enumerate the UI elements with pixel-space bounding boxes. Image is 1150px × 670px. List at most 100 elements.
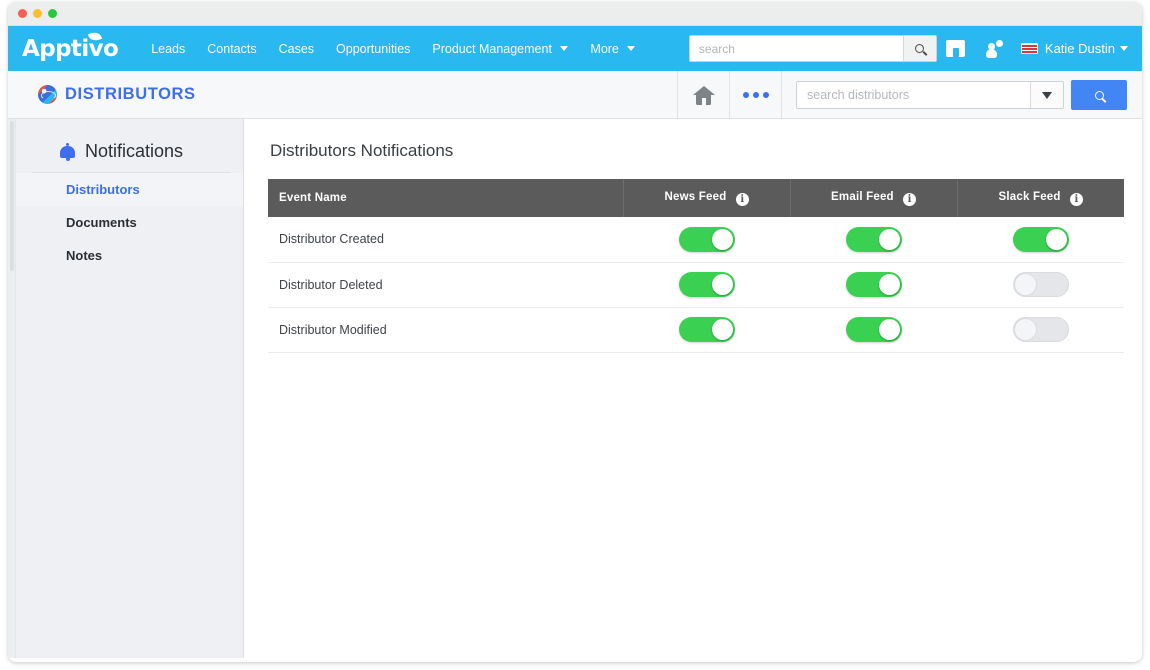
sidebar: Notifications Distributors Documents Not… xyxy=(16,119,244,658)
store-button[interactable] xyxy=(937,26,975,71)
app-search-input[interactable] xyxy=(797,82,1030,108)
home-icon xyxy=(692,85,715,105)
slack-feed-toggle[interactable] xyxy=(1012,226,1069,252)
nav-link-more[interactable]: More xyxy=(579,36,646,62)
app-search xyxy=(796,81,1064,109)
column-header-email-feed: Email Feed i xyxy=(790,179,958,217)
nav-link-label: Leads xyxy=(151,41,186,56)
traffic-lights xyxy=(18,9,57,18)
column-header-label: Event Name xyxy=(279,192,347,204)
sidebar-item-label: Distributors xyxy=(66,182,140,197)
event-name-label: Distributor Modified xyxy=(279,322,387,337)
table-row: Distributor Created xyxy=(268,217,1124,263)
sidebar-item-label: Documents xyxy=(66,215,137,230)
column-header-event-name: Event Name xyxy=(268,179,624,217)
user-notification-button[interactable] xyxy=(975,26,1013,71)
maximize-window-icon[interactable] xyxy=(48,9,57,18)
nav-link-label: Opportunities xyxy=(336,41,411,56)
news-feed-toggle[interactable] xyxy=(678,272,735,297)
slack-feed-cell xyxy=(957,262,1124,308)
table-body: Distributor Created Distributor Deleted … xyxy=(268,217,1124,353)
sidebar-header: Notifications xyxy=(32,133,231,173)
column-header-slack-feed: Slack Feed i xyxy=(957,179,1124,217)
news-feed-toggle[interactable] xyxy=(678,317,735,342)
nav-link-label: Product Management xyxy=(432,41,552,56)
user-name: Katie Dustin xyxy=(1044,41,1115,56)
chevron-down-icon xyxy=(1042,91,1052,99)
main-content: Distributors Notifications Event Name Ne… xyxy=(244,119,1142,658)
column-header-news-feed: News Feed i xyxy=(623,179,791,217)
nav-link-label: Cases xyxy=(278,41,315,56)
event-name-label: Distributor Created xyxy=(279,232,384,247)
info-icon[interactable]: i xyxy=(735,192,749,206)
event-name-label: Distributor Deleted xyxy=(279,277,383,292)
sidebar-title: Notifications xyxy=(85,141,184,161)
sidebar-item-label: Notes xyxy=(66,248,103,263)
info-icon[interactable]: i xyxy=(1070,192,1084,206)
global-search xyxy=(688,35,937,62)
more-options-button[interactable] xyxy=(729,71,781,119)
news-feed-cell xyxy=(623,307,791,353)
email-feed-toggle[interactable] xyxy=(845,226,902,252)
slack-feed-toggle[interactable] xyxy=(1012,272,1069,297)
notifications-table: Event Name News Feed i Email Feed i Slac… xyxy=(268,179,1124,353)
event-name-cell: Distributor Created xyxy=(268,217,624,263)
table-row: Distributor Deleted xyxy=(268,262,1124,308)
search-icon xyxy=(915,44,925,53)
nav-link-contacts[interactable]: Contacts xyxy=(196,36,267,62)
nav-link-label: More xyxy=(590,41,619,56)
app-search-submit-button[interactable] xyxy=(1071,80,1127,110)
email-feed-cell xyxy=(790,262,958,308)
app-search-dropdown-button[interactable] xyxy=(1030,82,1063,108)
home-button[interactable] xyxy=(677,71,729,119)
slack-feed-cell xyxy=(957,217,1124,263)
apptivo-logo-text: Apptivo xyxy=(22,35,119,62)
event-name-cell: Distributor Deleted xyxy=(268,262,624,308)
email-feed-toggle[interactable] xyxy=(845,317,902,342)
table-header: Event Name News Feed i Email Feed i Slac… xyxy=(268,179,1124,217)
window-titlebar xyxy=(8,2,1142,26)
user-notification-icon xyxy=(985,39,1003,58)
email-feed-toggle[interactable] xyxy=(845,272,902,297)
globe-icon xyxy=(38,85,57,104)
minimize-window-icon[interactable] xyxy=(33,9,42,18)
app-header-right xyxy=(677,71,1142,119)
email-feed-cell xyxy=(790,217,958,263)
chevron-down-icon xyxy=(627,45,636,51)
nav-link-leads[interactable]: Leads xyxy=(140,36,196,62)
info-icon[interactable]: i xyxy=(903,192,917,206)
user-menu[interactable]: Katie Dustin xyxy=(1013,41,1128,56)
left-scrollbar[interactable] xyxy=(8,119,16,658)
column-header-label: Email Feed xyxy=(831,190,894,203)
scrollbar-thumb[interactable] xyxy=(9,121,14,271)
table-row: Distributor Modified xyxy=(268,307,1124,353)
global-search-input[interactable] xyxy=(689,36,903,61)
sidebar-item-notes[interactable]: Notes xyxy=(16,239,243,272)
nav-link-cases[interactable]: Cases xyxy=(268,36,325,62)
column-header-label: News Feed xyxy=(664,190,727,203)
ellipsis-icon xyxy=(742,92,769,98)
sidebar-item-documents[interactable]: Documents xyxy=(16,206,243,239)
top-navigation-bar: Apptivo Leads Contacts Cases Opportuniti… xyxy=(8,26,1142,71)
bell-icon xyxy=(60,142,75,161)
app-window: Apptivo Leads Contacts Cases Opportuniti… xyxy=(8,2,1142,662)
app-search-area xyxy=(781,71,1142,119)
nav-link-product-management[interactable]: Product Management xyxy=(421,36,579,62)
page-title: Distributors Notifications xyxy=(270,141,454,160)
news-feed-toggle[interactable] xyxy=(678,226,735,252)
nav-link-opportunities[interactable]: Opportunities xyxy=(325,36,421,62)
news-feed-cell xyxy=(623,262,791,308)
slack-feed-cell xyxy=(957,307,1124,353)
page-body: Notifications Distributors Documents Not… xyxy=(8,119,1142,658)
news-feed-cell xyxy=(623,217,791,263)
global-search-button[interactable] xyxy=(902,36,936,61)
chevron-down-icon xyxy=(1120,46,1128,51)
close-window-icon[interactable] xyxy=(18,9,27,18)
slack-feed-toggle[interactable] xyxy=(1012,317,1069,342)
apptivo-logo[interactable]: Apptivo xyxy=(22,29,119,62)
app-header-bar: DISTRIBUTORS xyxy=(8,71,1142,119)
email-feed-cell xyxy=(790,307,958,353)
search-icon xyxy=(1094,90,1104,100)
sidebar-item-distributors[interactable]: Distributors xyxy=(16,173,243,206)
nav-link-label: Contacts xyxy=(207,41,257,56)
